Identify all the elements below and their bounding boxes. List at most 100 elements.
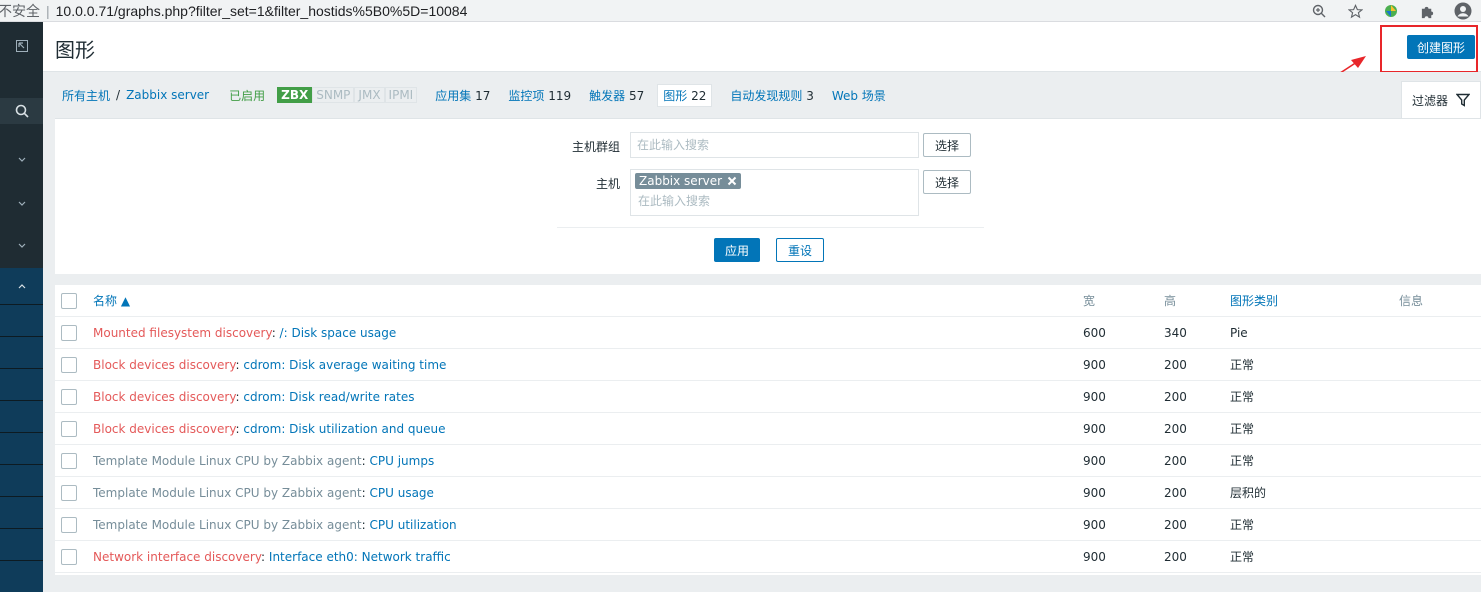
- tag-ipmi: IPMI: [384, 87, 418, 103]
- sidebar-submenu-item[interactable]: [0, 336, 43, 368]
- table-row: Template Module Linux CPU by Zabbix agen…: [55, 445, 1481, 477]
- table-row: Block devices discovery: cdrom: Disk rea…: [55, 381, 1481, 413]
- chevron-down-icon[interactable]: [0, 194, 43, 214]
- graph-width: 900: [1083, 389, 1106, 404]
- profile-icon[interactable]: [1453, 1, 1473, 21]
- sidebar-submenu-item[interactable]: [0, 432, 43, 464]
- graph-height: 200: [1164, 549, 1187, 564]
- graph-height: 200: [1164, 421, 1187, 436]
- row-checkbox[interactable]: [61, 420, 77, 437]
- name-separator: :: [361, 517, 370, 532]
- url-text[interactable]: 10.0.0.71/graphs.php?filter_set=1&filter…: [56, 3, 468, 19]
- graph-name-link[interactable]: CPU utilization: [370, 518, 457, 532]
- hostgroup-select-button[interactable]: 选择: [923, 133, 972, 157]
- nav-applications[interactable]: 应用集 17: [435, 87, 490, 104]
- graph-name-cell: Block devices discovery: cdrom: Disk uti…: [93, 422, 446, 436]
- column-header-graph-type[interactable]: 图形类别: [1230, 292, 1278, 309]
- table-row: Template Module Linux CPU by Zabbix agen…: [55, 509, 1481, 541]
- graph-name-link[interactable]: CPU jumps: [370, 454, 435, 468]
- nav-items-count: 119: [548, 88, 572, 103]
- graph-name-link[interactable]: cdrom: Disk read/write rates: [243, 390, 414, 404]
- column-header-width: 宽: [1083, 294, 1096, 308]
- sidebar-submenu-item[interactable]: [0, 304, 43, 336]
- graph-name-link[interactable]: Interface eth0: Network traffic: [269, 550, 451, 564]
- host-select-button[interactable]: 选择: [923, 170, 972, 194]
- chevron-down-icon[interactable]: [0, 236, 43, 256]
- graph-source-link[interactable]: Network interface discovery: [93, 550, 261, 564]
- nav-items[interactable]: 监控项 119: [508, 87, 571, 104]
- name-separator: :: [261, 549, 269, 564]
- apply-button[interactable]: 应用: [714, 238, 761, 262]
- filter-tab[interactable]: 过滤器: [1401, 81, 1481, 118]
- graph-type: 正常: [1230, 390, 1255, 404]
- graph-source-link[interactable]: Block devices discovery: [93, 390, 236, 404]
- extension-colorful-icon[interactable]: [1381, 1, 1401, 21]
- sidebar-submenu-item[interactable]: [0, 496, 43, 528]
- row-checkbox[interactable]: [61, 388, 77, 405]
- breadcrumb-host[interactable]: Zabbix server: [126, 88, 209, 102]
- hostgroup-search-input[interactable]: 在此输入搜索: [630, 132, 919, 158]
- status-enabled[interactable]: 已启用: [229, 87, 265, 104]
- graph-source-link[interactable]: Template Module Linux CPU by Zabbix agen…: [93, 518, 362, 532]
- select-all-checkbox[interactable]: [61, 292, 77, 309]
- sidebar-submenu-item[interactable]: [0, 528, 43, 560]
- graph-source-link[interactable]: Mounted filesystem discovery: [93, 326, 272, 340]
- filter-icon: [1456, 93, 1470, 107]
- tag-snmp: SNMP: [312, 87, 355, 103]
- collapse-sidebar-icon[interactable]: [0, 36, 43, 56]
- reset-button[interactable]: 重设: [776, 238, 825, 262]
- table-row: Mounted filesystem discovery: /: Disk sp…: [55, 317, 1481, 349]
- remove-tag-icon[interactable]: [727, 176, 737, 186]
- puzzle-icon[interactable]: [1417, 1, 1437, 21]
- graph-name-cell: Block devices discovery: cdrom: Disk ave…: [93, 358, 446, 372]
- sidebar-submenu-item[interactable]: [0, 400, 43, 432]
- row-checkbox[interactable]: [61, 548, 77, 565]
- nav-graphs[interactable]: 图形 22: [657, 83, 713, 107]
- sidebar: [0, 22, 43, 592]
- host-label: 主机: [595, 177, 620, 191]
- graph-width: 900: [1083, 453, 1106, 468]
- graph-source-link[interactable]: Block devices discovery: [93, 358, 236, 372]
- nav-triggers-count: 57: [628, 88, 645, 103]
- nav-web-scenarios[interactable]: Web 场景: [832, 87, 886, 104]
- host-tag-label: Zabbix server: [639, 174, 723, 188]
- row-checkbox[interactable]: [61, 356, 77, 373]
- graph-type: 正常: [1230, 550, 1255, 564]
- row-checkbox[interactable]: [61, 324, 77, 341]
- graph-source-link[interactable]: Template Module Linux CPU by Zabbix agen…: [93, 486, 362, 500]
- graph-name-link[interactable]: CPU usage: [370, 486, 434, 500]
- breadcrumb-all-hosts[interactable]: 所有主机: [62, 87, 110, 104]
- graph-name-cell: Template Module Linux CPU by Zabbix agen…: [93, 486, 434, 500]
- star-icon[interactable]: [1345, 1, 1365, 21]
- graph-name-link[interactable]: cdrom: Disk utilization and queue: [243, 422, 445, 436]
- graph-source-link[interactable]: Block devices discovery: [93, 422, 236, 436]
- row-checkbox[interactable]: [61, 452, 77, 469]
- filter-divider: [557, 227, 984, 228]
- nav-discovery-rules[interactable]: 自动发现规则 3: [730, 87, 813, 104]
- nav-web-scenarios-label: Web 场景: [831, 88, 886, 103]
- chevron-up-icon[interactable]: [0, 268, 43, 304]
- host-navigation: 所有主机 / Zabbix server 已启用 ZBX SNMP JMX IP…: [43, 72, 1481, 118]
- graph-width: 600: [1083, 325, 1106, 340]
- graph-name-link[interactable]: cdrom: Disk average waiting time: [243, 358, 446, 372]
- nav-triggers[interactable]: 触发器 57: [589, 87, 644, 104]
- graph-name-cell: Network interface discovery: Interface e…: [93, 550, 451, 564]
- sidebar-submenu-item[interactable]: [0, 368, 43, 400]
- row-checkbox[interactable]: [61, 484, 77, 501]
- search-sidebar-icon[interactable]: [0, 98, 43, 124]
- sidebar-submenu-item[interactable]: [0, 464, 43, 496]
- graphs-table: 名称 ▲ 宽 高 图形类别 信息 Mounted filesystem disc…: [55, 285, 1481, 575]
- chevron-down-icon[interactable]: [0, 150, 43, 170]
- filter-tab-label: 过滤器: [1411, 93, 1448, 108]
- column-header-name[interactable]: 名称 ▲: [93, 292, 130, 309]
- row-checkbox[interactable]: [61, 516, 77, 533]
- browser-address-bar[interactable]: 不安全 | 10.0.0.71/graphs.php?filter_set=1&…: [0, 0, 1481, 22]
- breadcrumb-separator: /: [116, 88, 121, 102]
- graph-name-cell: Template Module Linux CPU by Zabbix agen…: [93, 454, 434, 468]
- zoom-icon[interactable]: [1309, 1, 1329, 21]
- graph-source-link[interactable]: Template Module Linux CPU by Zabbix agen…: [93, 454, 362, 468]
- graph-type: 正常: [1230, 454, 1255, 468]
- host-multiselect-input[interactable]: Zabbix server 在此输入搜索: [630, 169, 919, 216]
- sidebar-submenu-item[interactable]: [0, 560, 43, 592]
- graph-name-link[interactable]: /: Disk space usage: [280, 326, 397, 340]
